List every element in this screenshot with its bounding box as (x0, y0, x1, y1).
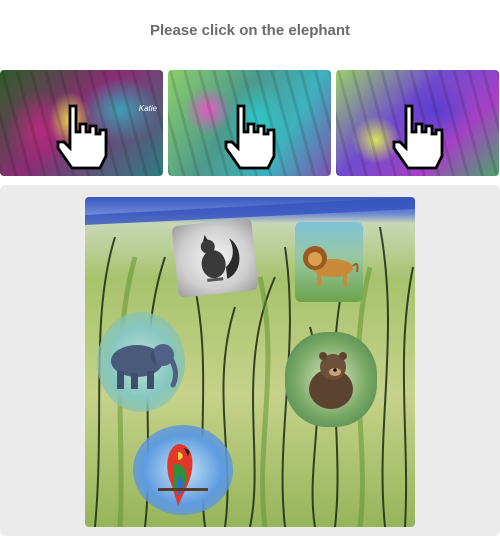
example-image-2 (168, 70, 331, 176)
squirrel-image (200, 234, 240, 282)
hand-cursor-icon (392, 104, 444, 170)
challenge-panel (0, 185, 500, 536)
example-image-1: Katie (0, 70, 163, 176)
prompt-title: Please click on the elephant (149, 22, 351, 39)
challenge-canvas[interactable] (85, 197, 415, 527)
parrot-image (158, 444, 208, 506)
tile-bear[interactable] (285, 332, 377, 427)
hand-cursor-icon (56, 104, 108, 170)
lion-image (303, 246, 359, 286)
elephant-image (111, 344, 179, 389)
tile-squirrel[interactable] (171, 218, 259, 298)
example-images: Katie (0, 70, 500, 176)
example-image-3 (336, 70, 499, 176)
tile-elephant[interactable] (97, 312, 185, 412)
tile-parrot[interactable] (133, 425, 233, 515)
example-caption: Katie (138, 104, 157, 113)
tile-lion[interactable] (295, 222, 363, 302)
hand-cursor-icon (224, 104, 276, 170)
bear-image (309, 351, 353, 409)
